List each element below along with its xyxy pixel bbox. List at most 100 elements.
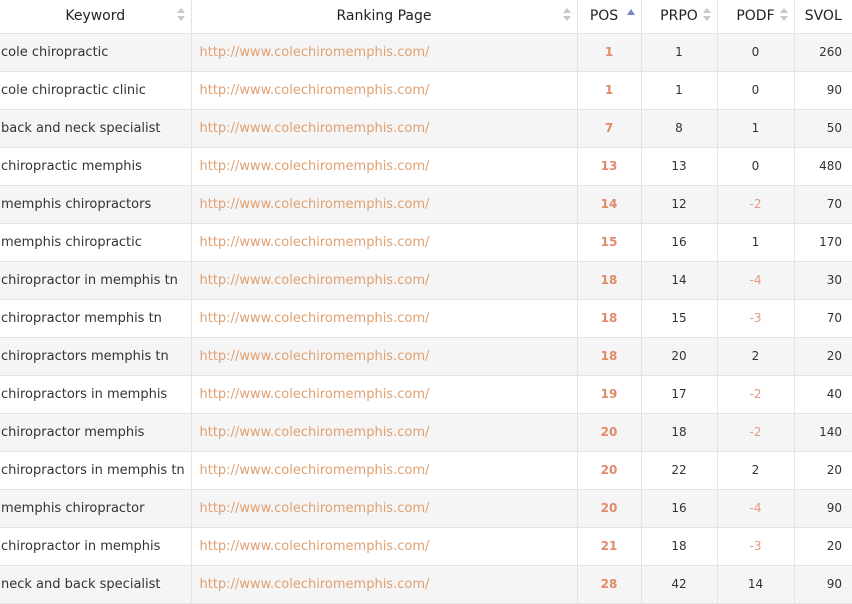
svol-cell: 90 xyxy=(794,565,852,604)
position-cell: 28 xyxy=(577,565,642,604)
podf-cell: -4 xyxy=(717,489,795,528)
keyword-cell: chiropractors memphis tn xyxy=(0,337,192,376)
column-header-pos[interactable]: POS xyxy=(577,0,642,34)
podf-cell: 1 xyxy=(717,223,795,262)
podf-cell: -4 xyxy=(717,261,795,300)
podf-cell: 0 xyxy=(717,147,795,186)
table-row[interactable]: memphis chiropractic http://www.colechiro… xyxy=(0,223,852,262)
table-row[interactable]: chiropractor memphis tn http://www.colech… xyxy=(0,299,852,338)
sort-icon[interactable] xyxy=(779,8,788,24)
ranking-page-link[interactable]: http://www.colechiromemphis.com/ xyxy=(191,489,578,528)
ranking-page-link[interactable]: http://www.colechiromemphis.com/ xyxy=(191,147,578,186)
table-row[interactable]: cole chiropractic clinic http://www.colec… xyxy=(0,71,852,110)
ranking-page-link[interactable]: http://www.colechiromemphis.com/ xyxy=(191,527,578,566)
table-row[interactable]: chiropractor memphis http://www.colechiro… xyxy=(0,413,852,452)
column-header-podf[interactable]: PODF xyxy=(717,0,795,34)
svol-cell: 20 xyxy=(794,527,852,566)
ranking-page-link[interactable]: http://www.colechiromemphis.com/ xyxy=(191,109,578,148)
ranking-page-link[interactable]: http://www.colechiromemphis.com/ xyxy=(191,185,578,224)
table-row[interactable]: back and neck specialist http://www.colec… xyxy=(0,109,852,148)
table-row[interactable]: cole chiropractic http://www.colechiromem… xyxy=(0,33,852,72)
keyword-cell: chiropractor in memphis xyxy=(0,527,192,566)
keyword-cell: chiropractor in memphis tn xyxy=(0,261,192,300)
keyword-cell: chiropractor memphis tn xyxy=(0,299,192,338)
column-label-keyword: Keyword xyxy=(65,8,126,25)
table-row[interactable]: memphis chiropractors http://www.colechir… xyxy=(0,185,852,224)
podf-cell: 14 xyxy=(717,565,795,604)
ranking-page-link[interactable]: http://www.colechiromemphis.com/ xyxy=(191,261,578,300)
position-cell: 14 xyxy=(577,185,642,224)
svol-cell: 20 xyxy=(794,451,852,490)
prpo-cell: 18 xyxy=(641,527,718,566)
column-header-ranking-page[interactable]: Ranking Page xyxy=(191,0,578,34)
ranking-page-link[interactable]: http://www.colechiromemphis.com/ xyxy=(191,71,578,110)
ranking-page-link[interactable]: http://www.colechiromemphis.com/ xyxy=(191,565,578,604)
ranking-page-link[interactable]: http://www.colechiromemphis.com/ xyxy=(191,299,578,338)
position-cell: 18 xyxy=(577,261,642,300)
keyword-cell: chiropractic memphis xyxy=(0,147,192,186)
table-row[interactable]: chiropractor in memphis tn http://www.col… xyxy=(0,261,852,300)
sort-icon[interactable] xyxy=(176,8,185,24)
position-cell: 7 xyxy=(577,109,642,148)
table-row[interactable]: memphis chiropractor http://www.colechiro… xyxy=(0,489,852,528)
keyword-rankings-table: Keyword Ranking Page POS PRPO PODF SVOL xyxy=(0,0,852,604)
column-label-podf: PODF xyxy=(736,8,775,25)
position-cell: 19 xyxy=(577,375,642,414)
position-cell: 20 xyxy=(577,413,642,452)
table-header: Keyword Ranking Page POS PRPO PODF SVOL xyxy=(0,0,852,34)
keyword-cell: chiropractors in memphis xyxy=(0,375,192,414)
prpo-cell: 1 xyxy=(641,71,718,110)
table-row[interactable]: chiropractors in memphis http://www.colec… xyxy=(0,375,852,414)
position-cell: 1 xyxy=(577,33,642,72)
table-row[interactable]: neck and back specialist http://www.colec… xyxy=(0,565,852,604)
keyword-cell: cole chiropractic clinic xyxy=(0,71,192,110)
keyword-cell: neck and back specialist xyxy=(0,565,192,604)
position-cell: 13 xyxy=(577,147,642,186)
keyword-cell: chiropractors in memphis tn xyxy=(0,451,192,490)
sort-icon[interactable] xyxy=(562,8,571,24)
svol-cell: 70 xyxy=(794,185,852,224)
podf-cell: -2 xyxy=(717,375,795,414)
sort-ascending-icon[interactable] xyxy=(626,9,635,15)
podf-cell: 2 xyxy=(717,337,795,376)
column-header-svol[interactable]: SVOL xyxy=(794,0,852,34)
svol-cell: 70 xyxy=(794,299,852,338)
podf-cell: -2 xyxy=(717,413,795,452)
prpo-cell: 16 xyxy=(641,489,718,528)
svol-cell: 90 xyxy=(794,489,852,528)
column-label-ranking-page: Ranking Page xyxy=(336,8,432,25)
ranking-page-link[interactable]: http://www.colechiromemphis.com/ xyxy=(191,33,578,72)
svol-cell: 20 xyxy=(794,337,852,376)
position-cell: 18 xyxy=(577,337,642,376)
ranking-page-link[interactable]: http://www.colechiromemphis.com/ xyxy=(191,223,578,262)
ranking-page-link[interactable]: http://www.colechiromemphis.com/ xyxy=(191,337,578,376)
ranking-page-link[interactable]: http://www.colechiromemphis.com/ xyxy=(191,451,578,490)
table-row[interactable]: chiropractors memphis tn http://www.colec… xyxy=(0,337,852,376)
table-row[interactable]: chiropractors in memphis tn http://www.co… xyxy=(0,451,852,490)
podf-cell: -3 xyxy=(717,299,795,338)
position-cell: 20 xyxy=(577,489,642,528)
podf-cell: 2 xyxy=(717,451,795,490)
table-body: cole chiropractic http://www.colechiromem… xyxy=(0,33,852,604)
column-header-keyword[interactable]: Keyword xyxy=(0,0,192,34)
keyword-cell: memphis chiropractic xyxy=(0,223,192,262)
prpo-cell: 14 xyxy=(641,261,718,300)
position-cell: 18 xyxy=(577,299,642,338)
table-row[interactable]: chiropractor in memphis http://www.colech… xyxy=(0,527,852,566)
sort-icon[interactable] xyxy=(702,8,711,24)
column-header-prpo[interactable]: PRPO xyxy=(641,0,718,34)
ranking-page-link[interactable]: http://www.colechiromemphis.com/ xyxy=(191,375,578,414)
podf-cell: 0 xyxy=(717,71,795,110)
svol-cell: 140 xyxy=(794,413,852,452)
keyword-cell: cole chiropractic xyxy=(0,33,192,72)
svol-cell: 170 xyxy=(794,223,852,262)
ranking-page-link[interactable]: http://www.colechiromemphis.com/ xyxy=(191,413,578,452)
podf-cell: 0 xyxy=(717,33,795,72)
prpo-cell: 13 xyxy=(641,147,718,186)
keyword-cell: chiropractor memphis xyxy=(0,413,192,452)
prpo-cell: 12 xyxy=(641,185,718,224)
column-label-svol: SVOL xyxy=(804,8,842,25)
podf-cell: 1 xyxy=(717,109,795,148)
table-row[interactable]: chiropractic memphis http://www.colechiro… xyxy=(0,147,852,186)
column-label-pos: POS xyxy=(589,8,619,25)
